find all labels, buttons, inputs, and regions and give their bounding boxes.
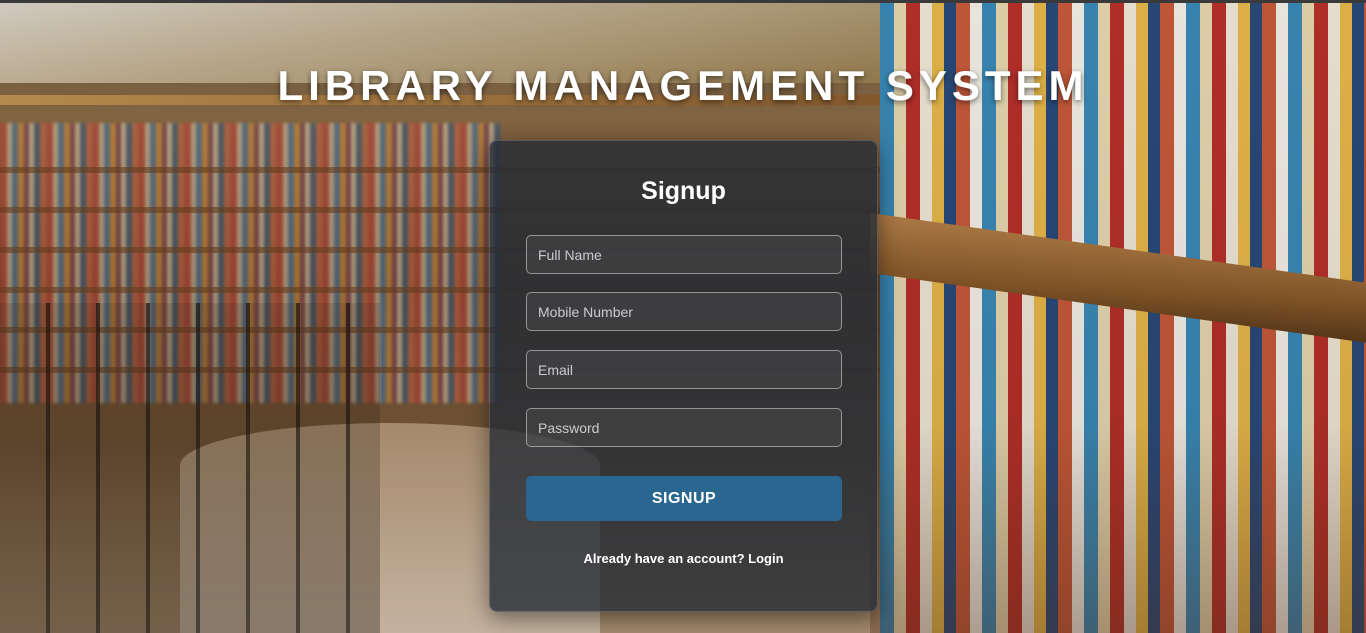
browser-top-border — [0, 0, 1366, 3]
full-name-input[interactable] — [526, 235, 842, 274]
page-title: LIBRARY MANAGEMENT SYSTEM — [277, 62, 1089, 109]
mobile-number-input[interactable] — [526, 292, 842, 331]
login-link[interactable]: Login — [748, 551, 783, 566]
login-prompt: Already have an account? Login — [490, 551, 877, 566]
signup-card: Signup SIGNUP Already have an account? L… — [489, 140, 878, 612]
signup-heading: Signup — [641, 177, 726, 205]
signup-button[interactable]: SIGNUP — [526, 476, 842, 521]
password-input[interactable] — [526, 408, 842, 447]
email-input[interactable] — [526, 350, 842, 389]
login-prompt-text: Already have an account? — [583, 551, 749, 566]
